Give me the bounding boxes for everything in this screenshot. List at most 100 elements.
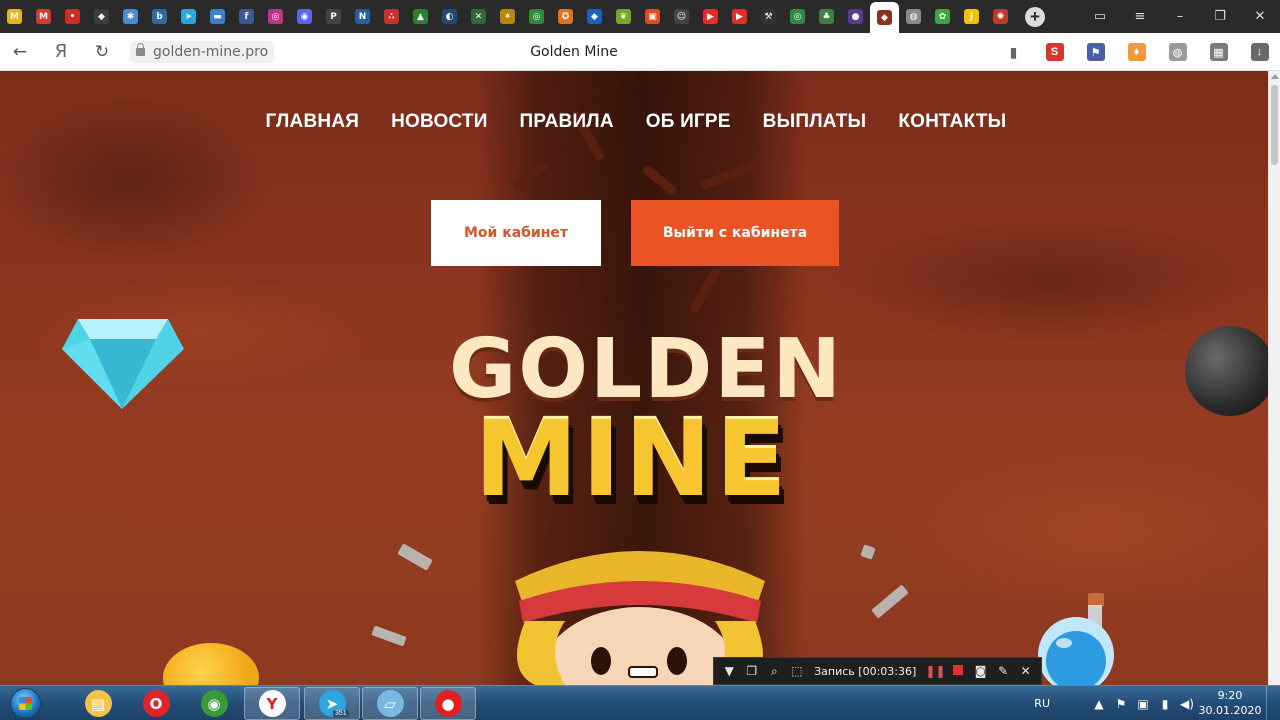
browser-tab[interactable]: ❦	[609, 0, 638, 33]
main-nav: ГЛАВНАЯ НОВОСТИ ПРАВИЛА ОБ ИГРЕ ВЫПЛАТЫ …	[0, 111, 1268, 133]
new-tab-plus-icon[interactable]: +	[1025, 6, 1045, 27]
opera-app[interactable]: O	[128, 687, 184, 720]
browser-tab[interactable]: ➤	[174, 0, 203, 33]
crossed-icon: ✕	[471, 9, 486, 24]
back-arrow-icon: ←	[12, 41, 28, 62]
browser-tab[interactable]: ◆	[580, 0, 609, 33]
pause-icon[interactable]: ❚❚	[924, 664, 947, 678]
browser-tab[interactable]: ▲	[406, 0, 435, 33]
tray-expand-icon[interactable]: ▲	[1088, 697, 1110, 711]
clock[interactable]: 9:20 30.01.2020	[1198, 689, 1262, 718]
menu-icon[interactable]: ≡	[1120, 9, 1160, 24]
start-button[interactable]	[2, 686, 48, 720]
browser-tab[interactable]: ✺	[986, 0, 1015, 33]
browser-tab[interactable]: ●	[841, 0, 870, 33]
close-window-icon[interactable]: ✕	[1240, 9, 1280, 24]
tabs-panel-icon[interactable]: ▭	[1080, 9, 1120, 24]
stop-icon[interactable]	[947, 664, 970, 678]
nav-about-game[interactable]: ОБ ИГРЕ	[646, 111, 731, 133]
browser-tab[interactable]: ∴	[377, 0, 406, 33]
volume-icon[interactable]: ◀)	[1176, 697, 1198, 711]
extension-flag-button[interactable]: ⚑	[1075, 33, 1116, 71]
browser-tab[interactable]: ✕	[464, 0, 493, 33]
scroll-thumb[interactable]	[1271, 85, 1278, 165]
screenshot-icon[interactable]: ◙	[969, 664, 992, 678]
network-icon[interactable]: ▮	[1154, 697, 1176, 711]
restore-icon[interactable]: ❐	[1200, 9, 1240, 24]
browser-tab[interactable]: ✪	[551, 0, 580, 33]
bookmark-button[interactable]: ▮	[993, 33, 1034, 71]
browser-tab[interactable]: ▶	[725, 0, 754, 33]
browser-tab[interactable]: J	[957, 0, 986, 33]
active-tab[interactable]: ◆	[870, 2, 899, 33]
browser-tab[interactable]: M	[29, 0, 58, 33]
browser-tab[interactable]: ◉	[290, 0, 319, 33]
language-indicator[interactable]: RU	[1034, 697, 1050, 710]
browser-tab[interactable]: ⚒	[754, 0, 783, 33]
device-icon[interactable]: ▣	[1132, 697, 1154, 711]
triangle-icon: ▲	[413, 9, 428, 24]
nav-news[interactable]: НОВОСТИ	[391, 111, 487, 133]
show-desktop-button[interactable]	[1266, 686, 1280, 720]
logout-button[interactable]: Выйти с кабинета	[631, 200, 839, 266]
zoom-icon[interactable]: ⌕	[763, 664, 786, 679]
nav-rules[interactable]: ПРАВИЛА	[520, 111, 614, 133]
notepad-app[interactable]: ▱	[362, 687, 418, 720]
browser-tab[interactable]: ◍	[899, 0, 928, 33]
browser-tab[interactable]: ◆	[87, 0, 116, 33]
browser-tab[interactable]: P	[319, 0, 348, 33]
planet-icon: ●	[848, 9, 863, 24]
nav-contacts[interactable]: КОНТАКТЫ	[898, 111, 1006, 133]
logo-mine-text: MINE	[474, 398, 791, 520]
browser-tab[interactable]: ✿	[928, 0, 957, 33]
my-cabinet-button[interactable]: Мой кабинет	[431, 200, 601, 266]
browser-tab[interactable]: N	[348, 0, 377, 33]
minimize-icon[interactable]: –	[1160, 9, 1200, 24]
rock-shard-decoration	[397, 543, 433, 571]
browser-tab[interactable]: ▶	[696, 0, 725, 33]
back-button[interactable]: ←	[0, 33, 40, 71]
nav-payouts[interactable]: ВЫПЛАТЫ	[763, 111, 867, 133]
chrome-app[interactable]: ◉	[186, 687, 242, 720]
facebook-icon: f	[239, 9, 254, 24]
address-bar[interactable]: golden-mine.pro	[130, 40, 275, 63]
puzzle-button[interactable]: ▦	[1198, 33, 1239, 71]
browser-tab[interactable]: •	[58, 0, 87, 33]
browser-tab[interactable]: ✱	[116, 0, 145, 33]
globe-icon: ◍	[1168, 43, 1187, 61]
region-icon[interactable]: ⬚	[786, 664, 809, 678]
potion-decoration	[1038, 593, 1114, 685]
flag-icon[interactable]: ⚑	[1110, 697, 1132, 711]
collapse-icon[interactable]: ▼	[718, 664, 741, 678]
nav-home[interactable]: ГЛАВНАЯ	[266, 111, 360, 133]
browser-tab[interactable]: ▣	[638, 0, 667, 33]
extension-red-s-button[interactable]: S	[1034, 33, 1075, 71]
reload-button[interactable]: ↻	[82, 33, 122, 71]
browser-tab[interactable]: ◎	[261, 0, 290, 33]
yandex-logo-icon: Я	[54, 41, 68, 62]
page-scrollbar[interactable]	[1268, 71, 1280, 685]
window-mode-icon[interactable]: ❐	[741, 664, 764, 678]
metamask-fox-button[interactable]: ♦	[1116, 33, 1157, 71]
yandex-button[interactable]: Я	[40, 33, 82, 71]
browser-tab[interactable]: b	[145, 0, 174, 33]
browser-tab[interactable]: ◐	[435, 0, 464, 33]
close-recorder-icon[interactable]: ✕	[1014, 664, 1037, 678]
download-button[interactable]: ↓	[1239, 33, 1280, 71]
browser-tab[interactable]: ◎	[783, 0, 812, 33]
browser-tab[interactable]: ☺	[667, 0, 696, 33]
browser-tab[interactable]: f	[232, 0, 261, 33]
yandex-browser-app[interactable]: Y	[244, 687, 300, 720]
youtube-icon: ▶	[703, 9, 718, 24]
browser-tab[interactable]: ✶	[493, 0, 522, 33]
browser-tab[interactable]: ▬	[203, 0, 232, 33]
scroll-up-icon[interactable]	[1271, 74, 1279, 79]
globe-button[interactable]: ◍	[1157, 33, 1198, 71]
browser-tab[interactable]: ♣	[812, 0, 841, 33]
telegram-app[interactable]: ➤ 351	[304, 687, 360, 720]
pen-icon[interactable]: ✎	[992, 664, 1015, 678]
explorer-app[interactable]: ▤	[70, 687, 126, 720]
browser-tab[interactable]: M	[0, 0, 29, 33]
recorder-app[interactable]: ●	[420, 687, 476, 720]
browser-tab[interactable]: ◎	[522, 0, 551, 33]
